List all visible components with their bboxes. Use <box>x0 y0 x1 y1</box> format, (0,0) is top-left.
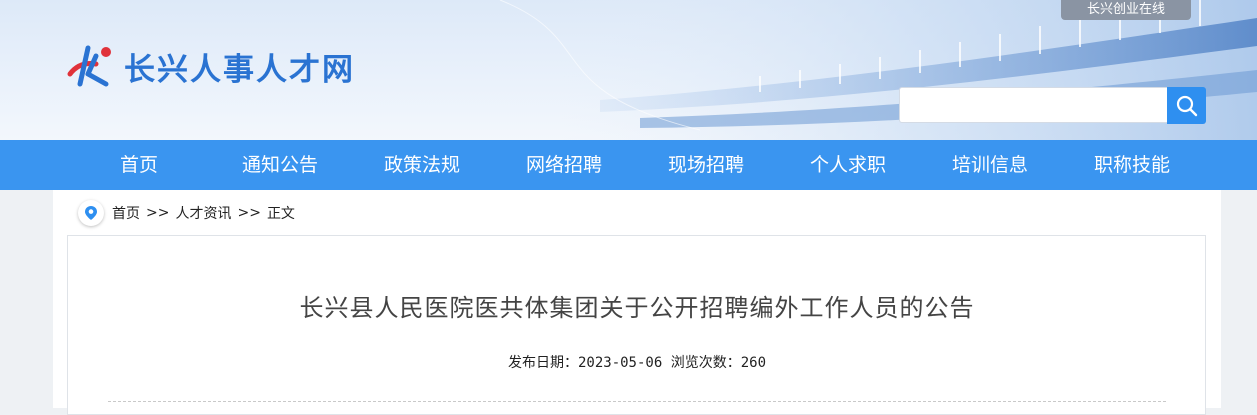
nav-item-onsite-jobs[interactable]: 现场招聘 <box>668 140 744 190</box>
site-logo[interactable]: 长兴人事人才网 <box>66 44 355 88</box>
nav-item-notices[interactable]: 通知公告 <box>242 140 318 190</box>
breadcrumb-separator: >> <box>146 205 170 221</box>
article-meta: 发布日期：2023-05-06 浏览次数：260 <box>0 352 1257 372</box>
breadcrumb: 首页 >> 人才资讯 >> 正文 <box>78 200 295 226</box>
top-link-changxing-startup[interactable]: 长兴创业在线 <box>1061 0 1191 20</box>
search-button[interactable] <box>1167 87 1206 124</box>
nav-item-online-jobs[interactable]: 网络招聘 <box>526 140 602 190</box>
publish-date-label: 发布日期： <box>507 355 578 371</box>
view-count: 260 <box>740 355 767 371</box>
nav-item-training[interactable]: 培训信息 <box>952 140 1028 190</box>
nav-item-home[interactable]: 首页 <box>120 140 158 190</box>
logo-mark-icon <box>67 45 111 87</box>
title-divider <box>108 401 1166 402</box>
nav-item-job-seeking[interactable]: 个人求职 <box>810 140 886 190</box>
article-panel <box>67 235 1206 415</box>
view-count-label: 浏览次数： <box>670 355 741 371</box>
breadcrumb-home[interactable]: 首页 <box>112 203 140 223</box>
breadcrumb-current: 正文 <box>266 206 295 222</box>
article-title: 长兴县人民医院医共体集团关于公开招聘编外工作人员的公告 <box>299 294 975 322</box>
publish-date: 2023-05-06 <box>577 355 663 371</box>
breadcrumb-talent-news[interactable]: 人才资讯 <box>175 203 231 223</box>
nav-item-policies[interactable]: 政策法规 <box>384 140 460 190</box>
breadcrumb-separator: >> <box>237 205 261 221</box>
nav-item-titles-skills[interactable]: 职称技能 <box>1094 140 1170 190</box>
site-header: 长兴创业在线 长兴人事人才网 <box>0 0 1257 140</box>
site-name: 长兴人事人才网 <box>124 51 355 88</box>
search-icon <box>1176 95 1197 116</box>
location-pin-icon <box>78 200 104 226</box>
main-navigation: 首页 通知公告 政策法规 网络招聘 现场招聘 个人求职 培训信息 职称技能 <box>0 140 1257 190</box>
search-input[interactable] <box>899 87 1167 123</box>
